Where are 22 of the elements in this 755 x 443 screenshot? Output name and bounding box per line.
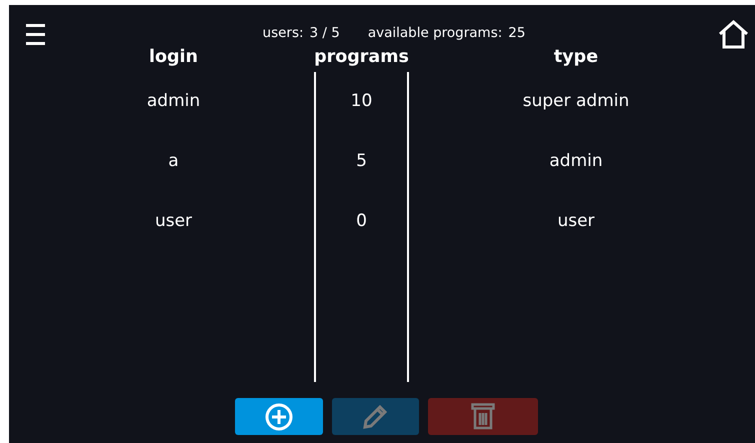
table-cell-text: admin [146, 90, 200, 114]
column-header: programs [314, 46, 409, 70]
table-cell-text: user [154, 210, 192, 234]
users-count: 3 / 5 [310, 24, 340, 41]
table-cell-text: 5 [356, 150, 367, 174]
add-button[interactable] [234, 398, 322, 435]
table-cell-text: user [557, 210, 595, 234]
table-cell-text: 0 [356, 210, 367, 234]
column-header: type [554, 46, 598, 70]
pencil-icon [363, 404, 387, 428]
plus-circle-icon [264, 402, 292, 430]
home-icon[interactable] [718, 20, 749, 49]
menu-icon[interactable] [26, 24, 45, 46]
programs-count: 25 [508, 24, 526, 41]
column-header: login [148, 46, 198, 70]
table-cell-text: a [168, 150, 179, 174]
table-cell-text: 10 [350, 90, 372, 114]
users-label: users: [262, 24, 304, 41]
programs-label: available programs: [368, 24, 502, 41]
trash-icon [470, 403, 494, 430]
table-cell-text: admin [549, 150, 603, 174]
table-cell-text: super admin [522, 90, 630, 114]
